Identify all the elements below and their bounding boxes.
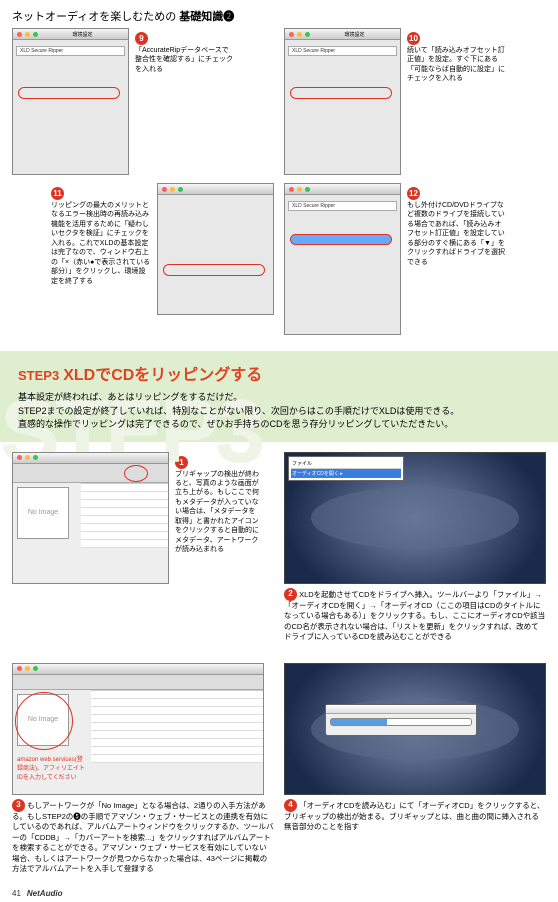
- magazine-name: NetAudio: [27, 889, 63, 898]
- screenshot-b1: No Image: [12, 452, 169, 584]
- step-number-b4: 4: [284, 799, 297, 812]
- caption-11: リッピングの最大のメリットとなるエラー検出時の再読み込み機能を活用するために「疑…: [51, 201, 151, 286]
- page-header: ネットオーディオを楽しむための 基礎知識❷: [0, 0, 558, 28]
- screenshot-12: XLD Secure Ripper: [284, 183, 401, 335]
- no-image-placeholder: No Image: [17, 487, 69, 539]
- screenshot-10: 環境設定 XLD Secure Ripper: [284, 28, 401, 175]
- desktop-screenshot-b2: ファイル オーディオCDを開く ▸: [284, 452, 546, 584]
- caption-10: 続いて「読み込みオフセット訂正値」を設定。すぐ下にある「可能ならば自動的に設定」…: [407, 46, 507, 84]
- caption-b4: 「オーディオCDを読み込む」にて「オーディオCD」をクリックすると、ブリギャップ…: [284, 800, 544, 831]
- step-number-b2: 2: [284, 588, 297, 601]
- step-number-10: 10: [407, 32, 420, 45]
- screenshot-9: 環境設定 XLD Secure Ripper: [12, 28, 129, 175]
- page-footer: 41 NetAudio: [0, 885, 558, 902]
- step-number-12: 12: [407, 187, 420, 200]
- screenshot-b3: No Image amazon web services(登録商法)、アフィリエ…: [12, 663, 264, 795]
- caption-b2: XLDを起動させてCDをドライブへ挿入。ツールバーより「ファイル」→「オーディオ…: [284, 589, 545, 641]
- step-number-b3: 3: [12, 799, 25, 812]
- step3-section: STEP3 STEP3XLDでCDをリッピングする 基本設定が終われば、あとはリ…: [0, 351, 558, 442]
- desktop-screenshot-b4: [284, 663, 546, 795]
- page-number: 41: [12, 889, 21, 898]
- caption-9: 「AccurateRipデータベースで整合性を確認する」にチェックを入れる: [135, 46, 235, 74]
- step-number-11: 11: [51, 187, 64, 200]
- step-number-9: 9: [135, 32, 148, 45]
- caption-b3: もしアートワークが「No Image」となる場合は、2通りの入手方法がある。もし…: [12, 800, 274, 873]
- screenshot-11: [157, 183, 274, 315]
- caption-12: もし外付けCD/DVDドライブなど複数のドライブを接続している場合であれば、「読…: [407, 201, 507, 267]
